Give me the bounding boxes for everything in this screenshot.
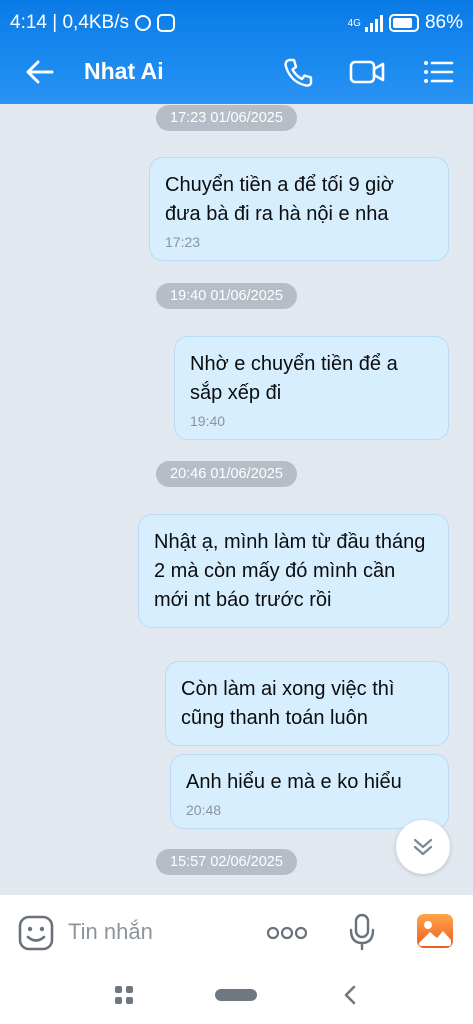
video-call-icon[interactable]	[348, 54, 386, 90]
status-bar: 4:14 | 0,4KB/s 4G 86%	[10, 8, 463, 38]
back-nav-icon[interactable]	[340, 984, 360, 1006]
message-bubble[interactable]: Còn làm ai xong việc thì cũng thanh toán…	[165, 661, 449, 746]
recent-apps-icon[interactable]	[114, 985, 134, 1005]
gallery-icon[interactable]	[416, 913, 454, 949]
message-bubble[interactable]: Nhờ e chuyển tiền để a sắp xếp đi 19:40	[174, 336, 449, 440]
more-dots-icon[interactable]	[266, 925, 308, 941]
message-bubble[interactable]: Anh hiểu e mà e ko hiểu 20:48	[170, 754, 449, 829]
app-notification-icon	[157, 14, 176, 32]
sticker-icon[interactable]	[18, 915, 54, 951]
message-input-bar: Tin nhắn	[0, 894, 473, 972]
top-bar: 4:14 | 0,4KB/s 4G 86% Nhat Ai	[0, 0, 473, 104]
message-text: Anh hiểu e mà e ko hiểu	[186, 771, 402, 793]
alarm-icon	[135, 15, 152, 31]
battery-icon	[388, 14, 419, 32]
home-button[interactable]	[215, 989, 257, 1001]
date-separator: 17:23 01/06/2025	[156, 105, 297, 131]
signal-icon	[364, 14, 383, 32]
back-arrow-icon[interactable]	[22, 54, 58, 90]
date-separator: 20:46 01/06/2025	[156, 461, 297, 487]
battery-percent: 86%	[424, 12, 463, 33]
microphone-icon[interactable]	[348, 913, 376, 951]
message-bubble[interactable]: Chuyển tiền a để tối 9 giờ đưa bà đi ra …	[149, 157, 449, 261]
chat-area[interactable]: 17:23 01/06/2025 Chuyển tiền a để tối 9 …	[0, 104, 473, 894]
date-separator: 19:40 01/06/2025	[156, 283, 297, 309]
chat-header: Nhat Ai	[0, 42, 473, 102]
message-text: Nhật ạ, mình làm từ đầu tháng 2 mà còn m…	[154, 531, 426, 611]
contact-name[interactable]: Nhat Ai	[84, 58, 164, 85]
message-text: Chuyển tiền a để tối 9 giờ đưa bà đi ra …	[165, 174, 394, 225]
message-time: 19:40	[190, 413, 226, 429]
scroll-to-bottom-button[interactable]	[396, 820, 450, 874]
phone-icon[interactable]	[279, 54, 317, 90]
system-nav-bar	[0, 972, 473, 1024]
message-time: 17:23	[165, 234, 201, 250]
message-text: Nhờ e chuyển tiền để a sắp xếp đi	[190, 353, 398, 404]
message-time: 20:48	[186, 802, 222, 818]
message-bubble[interactable]: Nhật ạ, mình làm từ đầu tháng 2 mà còn m…	[138, 514, 449, 628]
message-text: Còn làm ai xong việc thì cũng thanh toán…	[181, 678, 395, 729]
status-time: 4:14 | 0,4KB/s	[10, 12, 130, 33]
network-label: 4G	[347, 17, 361, 29]
double-chevron-down-icon	[413, 838, 433, 856]
menu-icon[interactable]	[419, 54, 457, 90]
message-input[interactable]: Tin nhắn	[68, 919, 153, 945]
date-separator: 15:57 02/06/2025	[156, 849, 297, 875]
